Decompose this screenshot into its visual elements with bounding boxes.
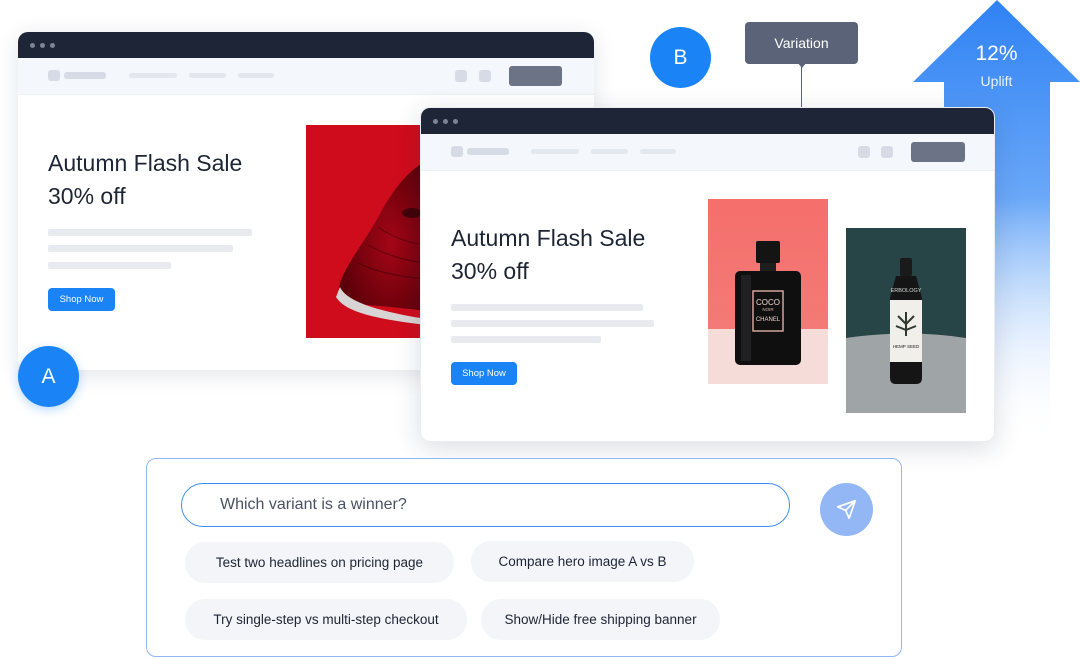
nav-link[interactable] (238, 73, 274, 78)
shop-now-button[interactable]: Shop Now (48, 288, 115, 311)
window-dot (443, 119, 448, 124)
nav-link[interactable] (591, 149, 628, 154)
suggestion-chip[interactable]: Show/Hide free shipping banner (481, 599, 720, 640)
nav-bar (421, 134, 994, 171)
nav-link[interactable] (640, 149, 676, 154)
question-input-text[interactable]: Which variant is a winner? (220, 484, 407, 526)
logo-text-placeholder (64, 72, 106, 79)
headline-discount: 30% off (48, 183, 126, 209)
nav-link[interactable] (189, 73, 226, 78)
nav-icon[interactable] (881, 146, 893, 158)
window-dot (40, 43, 45, 48)
bottle-product: HEMP SEED (892, 344, 920, 349)
logo-placeholder (48, 70, 60, 81)
title-bar (421, 108, 994, 134)
text-placeholder (48, 229, 252, 236)
window-dot (30, 43, 35, 48)
window-dot (453, 119, 458, 124)
logo-placeholder (451, 146, 463, 157)
nav-button[interactable] (509, 66, 562, 86)
title-bar (18, 32, 594, 58)
tooltip-connector (801, 64, 802, 107)
shop-now-button[interactable]: Shop Now (451, 362, 517, 385)
perfume-sub: NOIR (762, 307, 774, 312)
nav-bar (18, 58, 594, 95)
hemp-seed-bottle-image: ERBOLOGY HEMP SEED (846, 228, 966, 413)
question-input[interactable]: Which variant is a winner? (181, 483, 790, 527)
bottle-brand: ERBOLOGY (890, 288, 922, 294)
text-placeholder (451, 320, 654, 327)
variant-b-badge: B (650, 27, 711, 88)
red-sneaker-image (306, 125, 426, 338)
uplift-percent: 12% (975, 42, 1018, 65)
window-dot (433, 119, 438, 124)
headline-discount: 30% off (451, 258, 529, 284)
variant-a-badge: A (18, 346, 79, 407)
send-icon (836, 499, 857, 520)
nav-button[interactable] (911, 142, 965, 162)
suggestion-chip[interactable]: Try single-step vs multi-step checkout (185, 599, 467, 640)
variation-tooltip: Variation (745, 22, 858, 64)
uplift-label: Uplift (980, 73, 1013, 89)
headline: Autumn Flash Sale (451, 225, 646, 251)
nav-icon[interactable] (455, 70, 467, 82)
window-dot (50, 43, 55, 48)
send-button[interactable] (820, 483, 873, 536)
nav-icon[interactable] (479, 70, 491, 82)
headline: Autumn Flash Sale (48, 150, 243, 176)
variant-b-window: Autumn Flash Sale 30% off Shop Now COCO … (420, 107, 995, 442)
text-placeholder (451, 336, 601, 343)
text-placeholder (48, 262, 171, 269)
perfume-bottle-image: COCO NOIR CHANEL (708, 199, 828, 384)
tooltip-notch (797, 62, 807, 68)
logo-text-placeholder (467, 148, 509, 155)
text-placeholder (48, 245, 233, 252)
nav-icon[interactable] (858, 146, 870, 158)
nav-link[interactable] (129, 73, 177, 78)
suggestion-chip[interactable]: Compare hero image A vs B (471, 541, 694, 582)
suggestion-chip[interactable]: Test two headlines on pricing page (185, 542, 454, 583)
text-placeholder (451, 304, 643, 311)
perfume-brand: COCO (756, 298, 780, 307)
perfume-maker: CHANEL (755, 317, 781, 323)
nav-link[interactable] (531, 149, 579, 154)
